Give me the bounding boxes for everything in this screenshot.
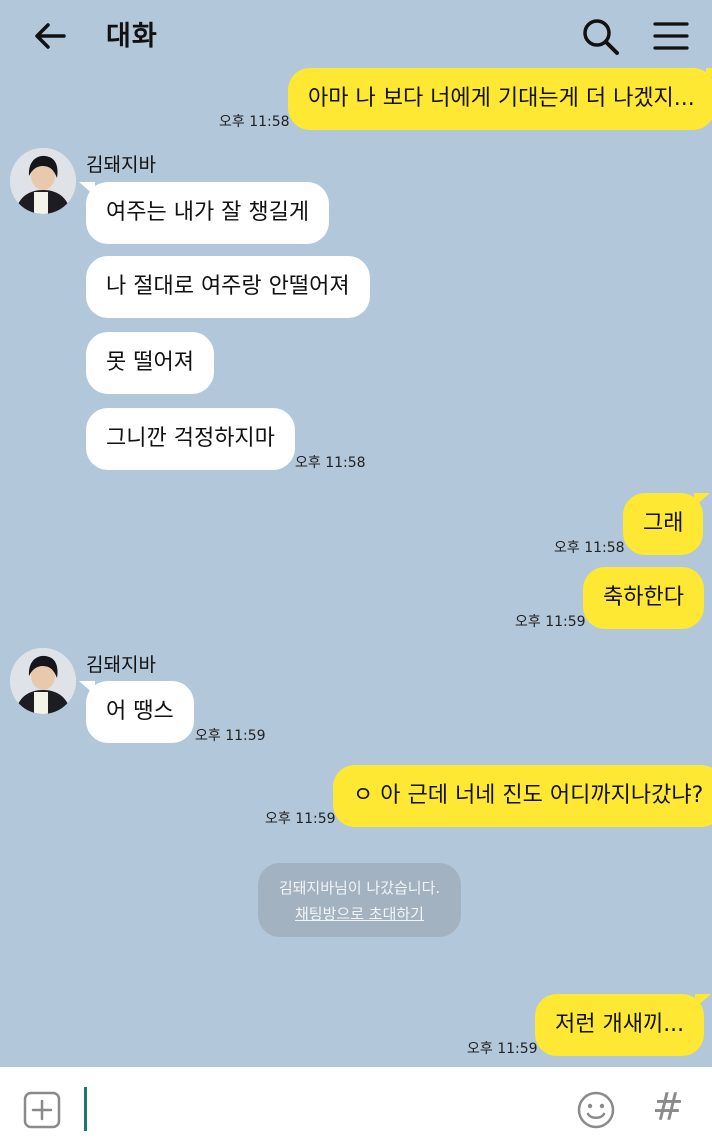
message-time: 오후 11:58	[219, 114, 290, 130]
attach-button[interactable]	[22, 1090, 62, 1130]
message-input-bar: #	[0, 1067, 712, 1143]
plus-square-icon	[23, 1091, 61, 1129]
chat-header: 대화	[0, 0, 712, 72]
message-input[interactable]	[84, 1087, 87, 1131]
sender-name: 김돼지바	[86, 654, 156, 676]
my-message-bubble[interactable]: 저런 개새끼...	[535, 994, 712, 1056]
avatar[interactable]	[10, 148, 76, 214]
my-message-bubble[interactable]: 그래	[623, 493, 712, 555]
other-message-bubble[interactable]: 어 땡스	[79, 681, 194, 743]
message-time: 오후 11:58	[295, 455, 366, 471]
notice-text: 김돼지바님이 나갔습니다.	[278, 879, 441, 897]
sender-name: 김돼지바	[86, 154, 156, 176]
avatar[interactable]	[10, 648, 76, 714]
arrow-left-icon	[35, 23, 66, 49]
my-message-bubble[interactable]: ㅇ 아 근데 너네 진도 어디까지나갔냐?	[333, 765, 712, 827]
message-time: 오후 11:59	[515, 614, 586, 630]
emoji-button[interactable]	[575, 1089, 617, 1131]
other-message-bubble[interactable]: 여주는 내가 잘 챙길게	[78, 182, 330, 244]
message-time: 오후 11:59	[195, 728, 266, 744]
search-icon	[583, 19, 619, 55]
system-notice: 김돼지바님이 나갔습니다. 채팅방으로 초대하기	[258, 863, 461, 937]
back-button[interactable]	[30, 16, 70, 56]
menu-button[interactable]	[650, 16, 692, 56]
message-time: 오후 11:58	[554, 540, 625, 556]
smiley-icon	[577, 1091, 615, 1129]
hashtag-button[interactable]: #	[652, 1085, 684, 1129]
my-message-bubble[interactable]: 축하한다	[583, 567, 704, 629]
other-message-bubble[interactable]: 못 떨어져	[86, 332, 214, 394]
invite-link[interactable]: 채팅방으로 초대하기	[258, 903, 461, 924]
other-message-bubble[interactable]: 나 절대로 여주랑 안떨어져	[86, 256, 370, 318]
search-button[interactable]	[578, 14, 622, 58]
chat-title: 대화	[106, 21, 158, 52]
my-message-bubble[interactable]: 아마 나 보다 너에게 기대는게 더 나겠지...	[288, 68, 712, 130]
message-time: 오후 11:59	[265, 811, 336, 827]
other-message-bubble[interactable]: 그니깐 걱정하지마	[86, 408, 295, 470]
message-time: 오후 11:59	[467, 1041, 538, 1057]
hamburger-menu-icon	[653, 22, 689, 50]
